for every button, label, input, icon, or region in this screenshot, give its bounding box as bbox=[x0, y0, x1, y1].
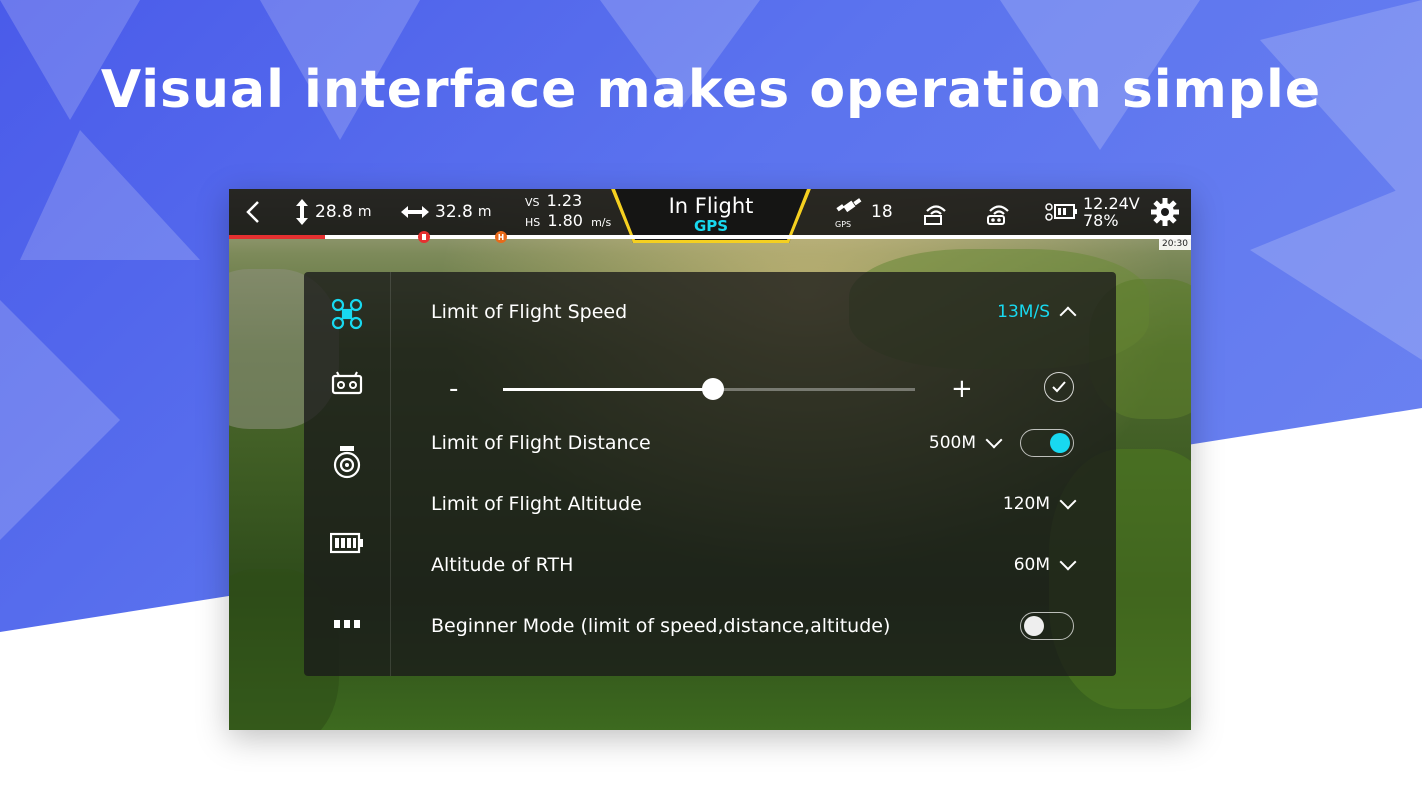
more-icon bbox=[334, 620, 360, 628]
gps-satellite-icon: GPS bbox=[835, 197, 865, 229]
chevron-up-icon bbox=[1059, 306, 1077, 324]
speed-slider[interactable] bbox=[503, 378, 915, 400]
image-transmission-icon bbox=[924, 205, 946, 225]
speed-limit-label: Limit of Flight Speed bbox=[431, 301, 628, 323]
vertical-arrows-icon bbox=[296, 199, 308, 225]
drone-icon bbox=[331, 298, 363, 330]
altitude-limit-label: Limit of Flight Altitude bbox=[431, 493, 642, 515]
sidebar-item-battery[interactable] bbox=[329, 525, 365, 561]
check-icon bbox=[1052, 381, 1066, 393]
drone-battery-icon bbox=[1045, 203, 1077, 221]
app-screen: 28.8 m 32.8 m VS 1.23 HS 1.80 m/s GPS 18… bbox=[229, 189, 1191, 730]
distance-limit-label: Limit of Flight Distance bbox=[431, 432, 651, 454]
chevron-left-icon bbox=[246, 201, 259, 223]
sidebar-item-remote[interactable] bbox=[329, 365, 365, 401]
beginner-mode-toggle[interactable] bbox=[1020, 612, 1074, 640]
distance-readout: 32.8 m bbox=[401, 189, 492, 235]
increase-button[interactable]: + bbox=[951, 374, 973, 404]
vs-label: VS bbox=[525, 196, 540, 209]
remote-controller-icon bbox=[331, 371, 363, 395]
gps-badge: GPS bbox=[835, 220, 852, 229]
positioning-mode: GPS bbox=[693, 217, 729, 235]
camera-icon bbox=[333, 446, 361, 479]
height-value: 28.8 bbox=[315, 202, 353, 222]
gear-icon bbox=[1151, 198, 1179, 226]
decrease-button[interactable]: - bbox=[449, 374, 458, 404]
flight-status: In Flight bbox=[668, 194, 754, 218]
hs-value: 1.80 bbox=[547, 211, 583, 230]
sidebar-item-aircraft[interactable] bbox=[329, 296, 365, 332]
chevron-down-icon bbox=[985, 431, 1003, 449]
rth-altitude-value: 60M bbox=[1013, 555, 1050, 575]
remote-signal bbox=[984, 189, 1014, 235]
beginner-mode-row: Beginner Mode (limit of speed,distance,a… bbox=[431, 606, 1074, 646]
distance-limit-row[interactable]: Limit of Flight Distance 500M bbox=[431, 423, 1074, 463]
height-readout: 28.8 m bbox=[295, 189, 372, 235]
distance-limit-toggle[interactable] bbox=[1020, 429, 1074, 457]
speed-slider-fill bbox=[503, 388, 714, 391]
vs-value: 1.23 bbox=[546, 191, 583, 210]
confirm-button[interactable] bbox=[1044, 372, 1074, 402]
horizontal-arrows-icon bbox=[401, 206, 429, 218]
flight-time: 20:30 bbox=[1159, 239, 1191, 250]
sidebar-item-more[interactable] bbox=[329, 606, 365, 642]
flight-progress-bar bbox=[229, 231, 1191, 243]
distance-unit: m bbox=[477, 204, 492, 220]
h-marker bbox=[495, 231, 507, 243]
progress-red-segment bbox=[229, 235, 325, 239]
battery-percent: 78% bbox=[1083, 211, 1119, 230]
speed-readout: VS 1.23 HS 1.80 m/s bbox=[525, 189, 611, 235]
settings-button[interactable] bbox=[1150, 189, 1180, 235]
speed-slider-thumb[interactable] bbox=[702, 378, 725, 400]
back-button[interactable] bbox=[243, 189, 263, 235]
chevron-down-icon bbox=[1059, 553, 1077, 571]
sidebar-item-camera[interactable] bbox=[329, 444, 365, 480]
flight-settings-panel: Limit of Flight Speed 13M/S - + Limit of… bbox=[304, 272, 1116, 676]
battery-voltage: 12.24V bbox=[1083, 194, 1140, 213]
altitude-limit-value: 120M bbox=[1002, 494, 1050, 514]
speed-limit-row[interactable]: Limit of Flight Speed 13M/S bbox=[431, 292, 1077, 332]
remote-signal-icon bbox=[987, 205, 1009, 225]
headline: Visual interface makes operation simple bbox=[100, 60, 1322, 120]
chevron-down-icon bbox=[1059, 492, 1077, 510]
rth-altitude-label: Altitude of RTH bbox=[431, 554, 574, 576]
home-point-marker bbox=[418, 231, 430, 243]
beginner-mode-label: Beginner Mode (limit of speed,distance,a… bbox=[431, 615, 891, 637]
rth-altitude-row[interactable]: Altitude of RTH 60M bbox=[431, 545, 1077, 585]
tab-underline bbox=[633, 240, 789, 243]
satellite-count: 18 bbox=[871, 202, 893, 222]
hs-unit: m/s bbox=[591, 216, 612, 229]
hs-label: HS bbox=[525, 216, 541, 229]
toggle-knob bbox=[1050, 433, 1070, 453]
height-unit: m bbox=[357, 204, 372, 220]
battery-icon bbox=[330, 532, 363, 554]
battery-status: 12.24V 78% bbox=[1045, 189, 1140, 235]
settings-sidebar bbox=[304, 272, 391, 676]
distance-value: 32.8 bbox=[435, 202, 473, 222]
gps-satellites: GPS 18 bbox=[835, 189, 893, 235]
speed-limit-value: 13M/S bbox=[997, 302, 1050, 322]
image-signal bbox=[921, 189, 951, 235]
distance-limit-value: 500M bbox=[928, 433, 976, 453]
altitude-limit-row[interactable]: Limit of Flight Altitude 120M bbox=[431, 484, 1077, 524]
speed-slider-row: - + bbox=[431, 370, 1074, 410]
toggle-knob bbox=[1024, 616, 1044, 636]
